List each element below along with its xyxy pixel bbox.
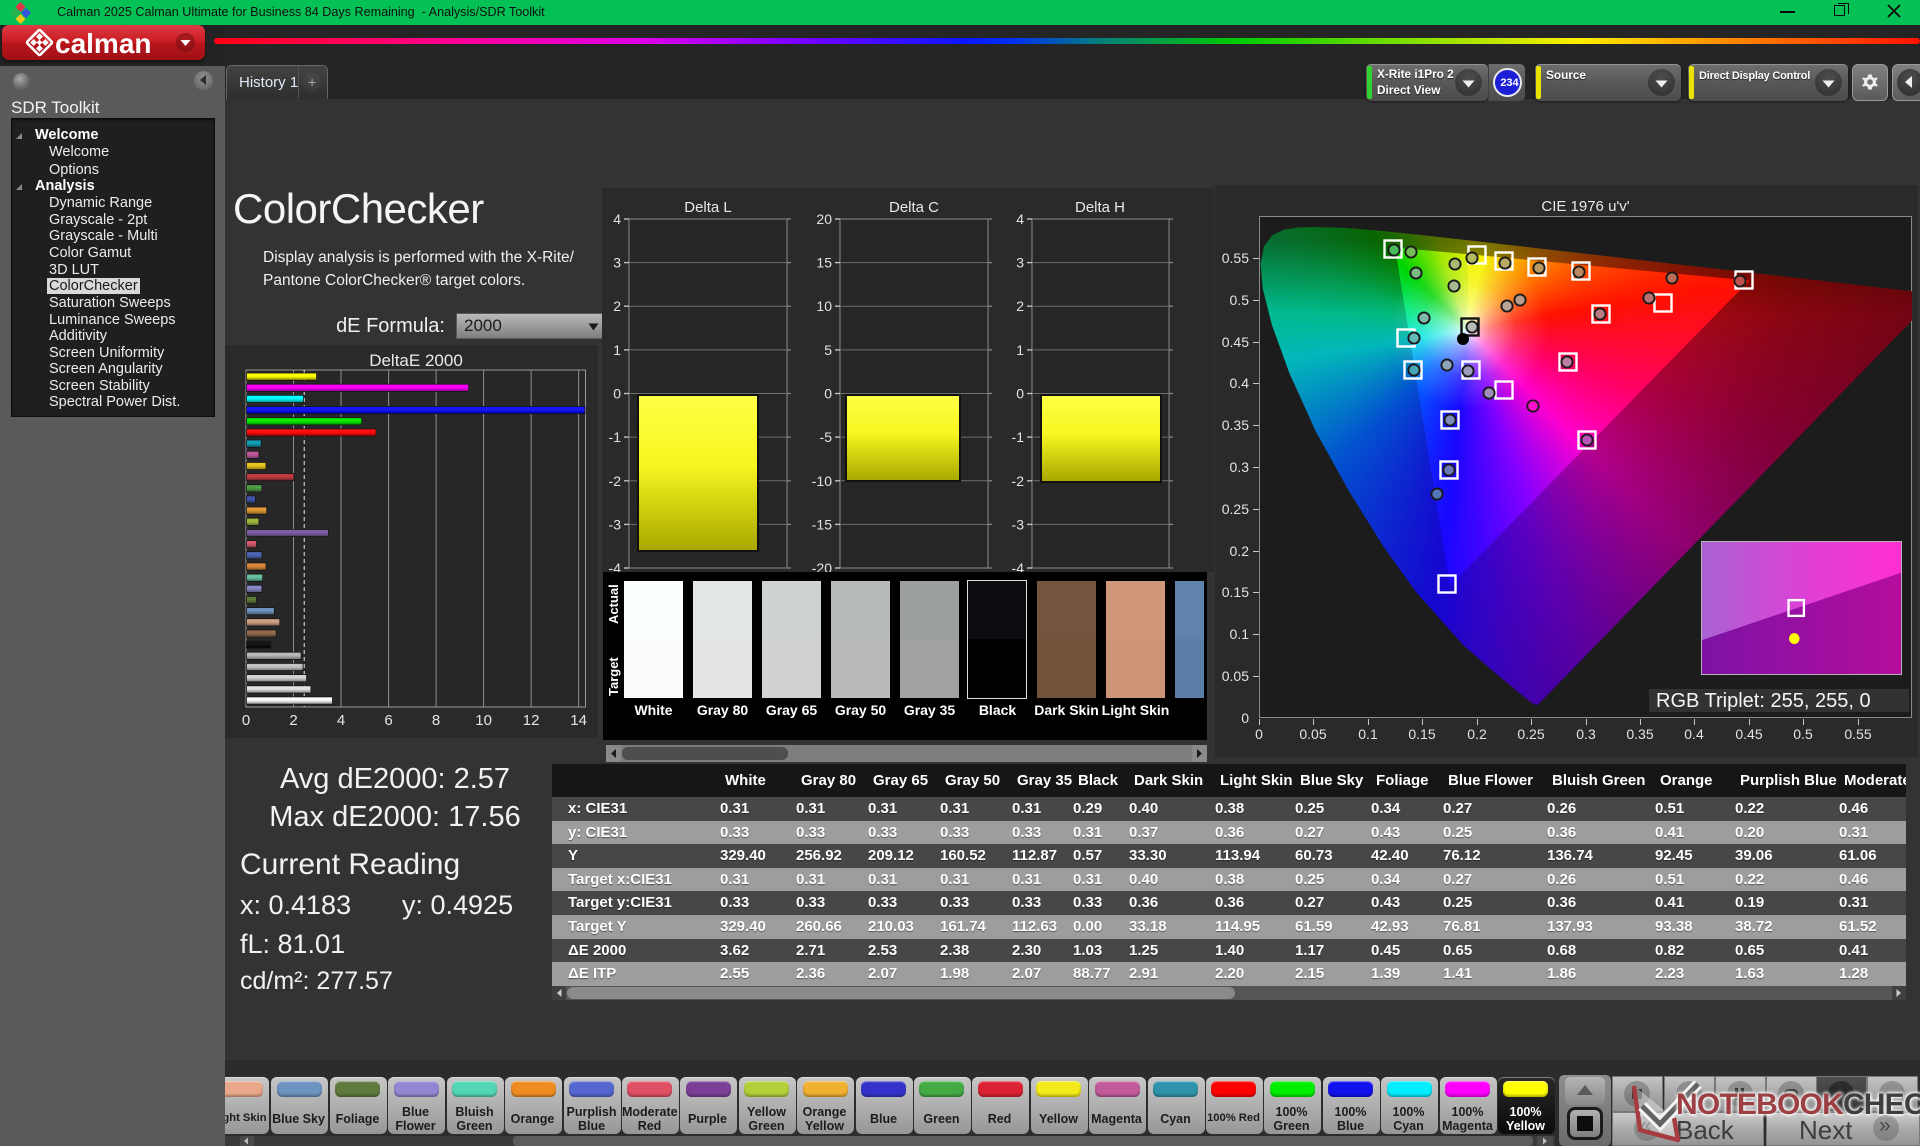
svg-text:1: 1 xyxy=(1016,342,1024,358)
svg-text:4: 4 xyxy=(337,712,345,729)
svg-text:8: 8 xyxy=(432,712,440,729)
svg-text:-10: -10 xyxy=(812,473,832,489)
svg-text:3: 3 xyxy=(613,255,621,271)
svg-text:3: 3 xyxy=(1016,255,1024,271)
svg-text:-3: -3 xyxy=(609,516,622,532)
svg-text:0: 0 xyxy=(613,386,621,402)
svg-text:-2: -2 xyxy=(609,473,622,489)
svg-text:10: 10 xyxy=(475,712,492,729)
svg-text:-1: -1 xyxy=(609,429,622,445)
svg-text:1: 1 xyxy=(613,342,621,358)
svg-text:15: 15 xyxy=(816,255,832,271)
svg-text:14: 14 xyxy=(570,712,587,729)
svg-text:0: 0 xyxy=(824,386,832,402)
svg-text:10: 10 xyxy=(816,298,832,314)
svg-text:0: 0 xyxy=(1016,386,1024,402)
svg-text:0: 0 xyxy=(242,712,250,729)
svg-text:2: 2 xyxy=(289,712,297,729)
svg-text:-3: -3 xyxy=(1012,516,1025,532)
svg-text:2: 2 xyxy=(613,298,621,314)
svg-text:6: 6 xyxy=(384,712,392,729)
svg-text:-15: -15 xyxy=(812,516,832,532)
svg-text:12: 12 xyxy=(523,712,540,729)
svg-text:5: 5 xyxy=(824,342,832,358)
svg-text:4: 4 xyxy=(1016,213,1024,227)
svg-text:4: 4 xyxy=(613,213,621,227)
svg-text:2: 2 xyxy=(1016,298,1024,314)
svg-text:20: 20 xyxy=(816,213,832,227)
svg-text:-2: -2 xyxy=(1012,473,1025,489)
svg-text:-5: -5 xyxy=(820,429,833,445)
svg-text:-1: -1 xyxy=(1012,429,1025,445)
